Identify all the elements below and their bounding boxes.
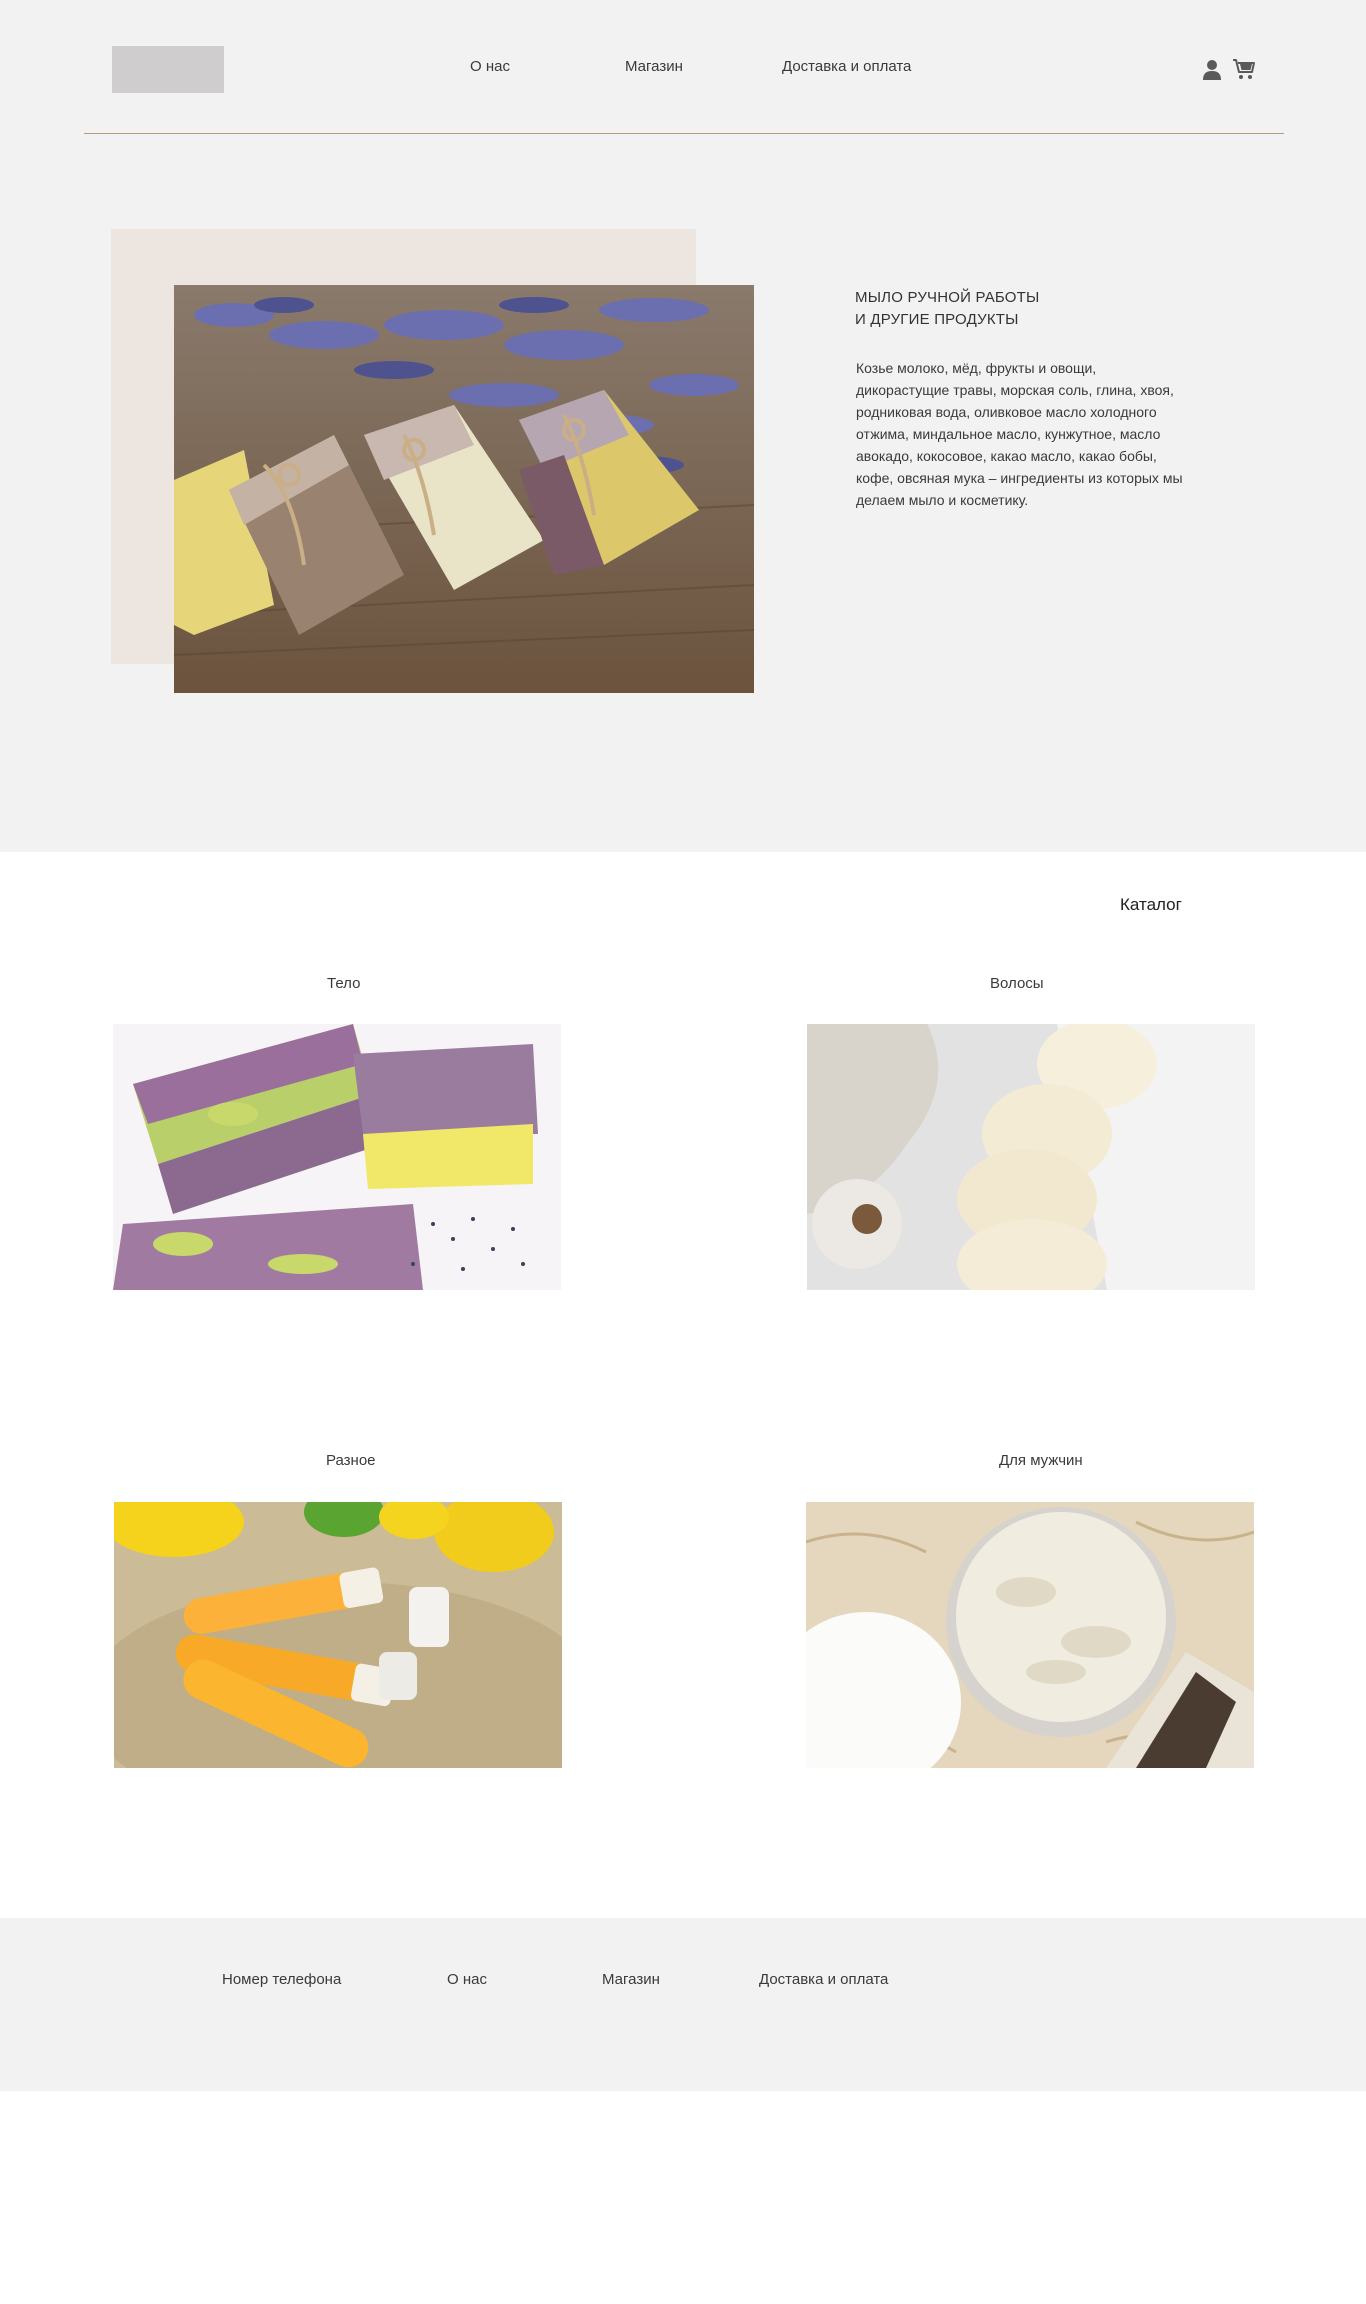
footer-nav-about[interactable]: О нас <box>447 1971 487 1988</box>
category-image-hair[interactable] <box>807 1024 1255 1290</box>
category-label-misc[interactable]: Разное <box>326 1452 376 1469</box>
category-image-misc[interactable] <box>114 1502 562 1768</box>
user-icon[interactable] <box>1202 59 1222 81</box>
hero-title-line2: И ДРУГИЕ ПРОДУКТЫ <box>855 311 1019 328</box>
category-label-men[interactable]: Для мужчин <box>999 1452 1083 1469</box>
footer-nav-shop[interactable]: Магазин <box>602 1971 660 1988</box>
category-image-body[interactable] <box>113 1024 561 1290</box>
logo-placeholder[interactable] <box>112 46 224 93</box>
category-image-men[interactable] <box>806 1502 1254 1768</box>
header-divider <box>84 133 1284 134</box>
category-label-body[interactable]: Тело <box>327 975 360 992</box>
nav-shop[interactable]: Магазин <box>625 58 683 75</box>
hero-title: МЫЛО РУЧНОЙ РАБОТЫ И ДРУГИЕ ПРОДУКТЫ <box>855 287 1115 331</box>
cart-icon[interactable] <box>1232 57 1256 81</box>
catalog-title: Каталог <box>1120 895 1182 914</box>
category-label-hair[interactable]: Волосы <box>990 975 1044 992</box>
footer-phone[interactable]: Номер телефона <box>222 1971 341 1988</box>
footer-nav-delivery[interactable]: Доставка и оплата <box>759 1971 888 1988</box>
hero-soap-image <box>174 285 754 693</box>
nav-delivery[interactable]: Доставка и оплата <box>782 58 911 75</box>
nav-about[interactable]: О нас <box>470 58 510 75</box>
site-footer <box>0 1918 1366 2091</box>
hero-title-line1: МЫЛО РУЧНОЙ РАБОТЫ <box>855 289 1040 306</box>
hero-description: Козье молоко, мёд, фрукты и овощи, дикор… <box>856 360 1183 508</box>
